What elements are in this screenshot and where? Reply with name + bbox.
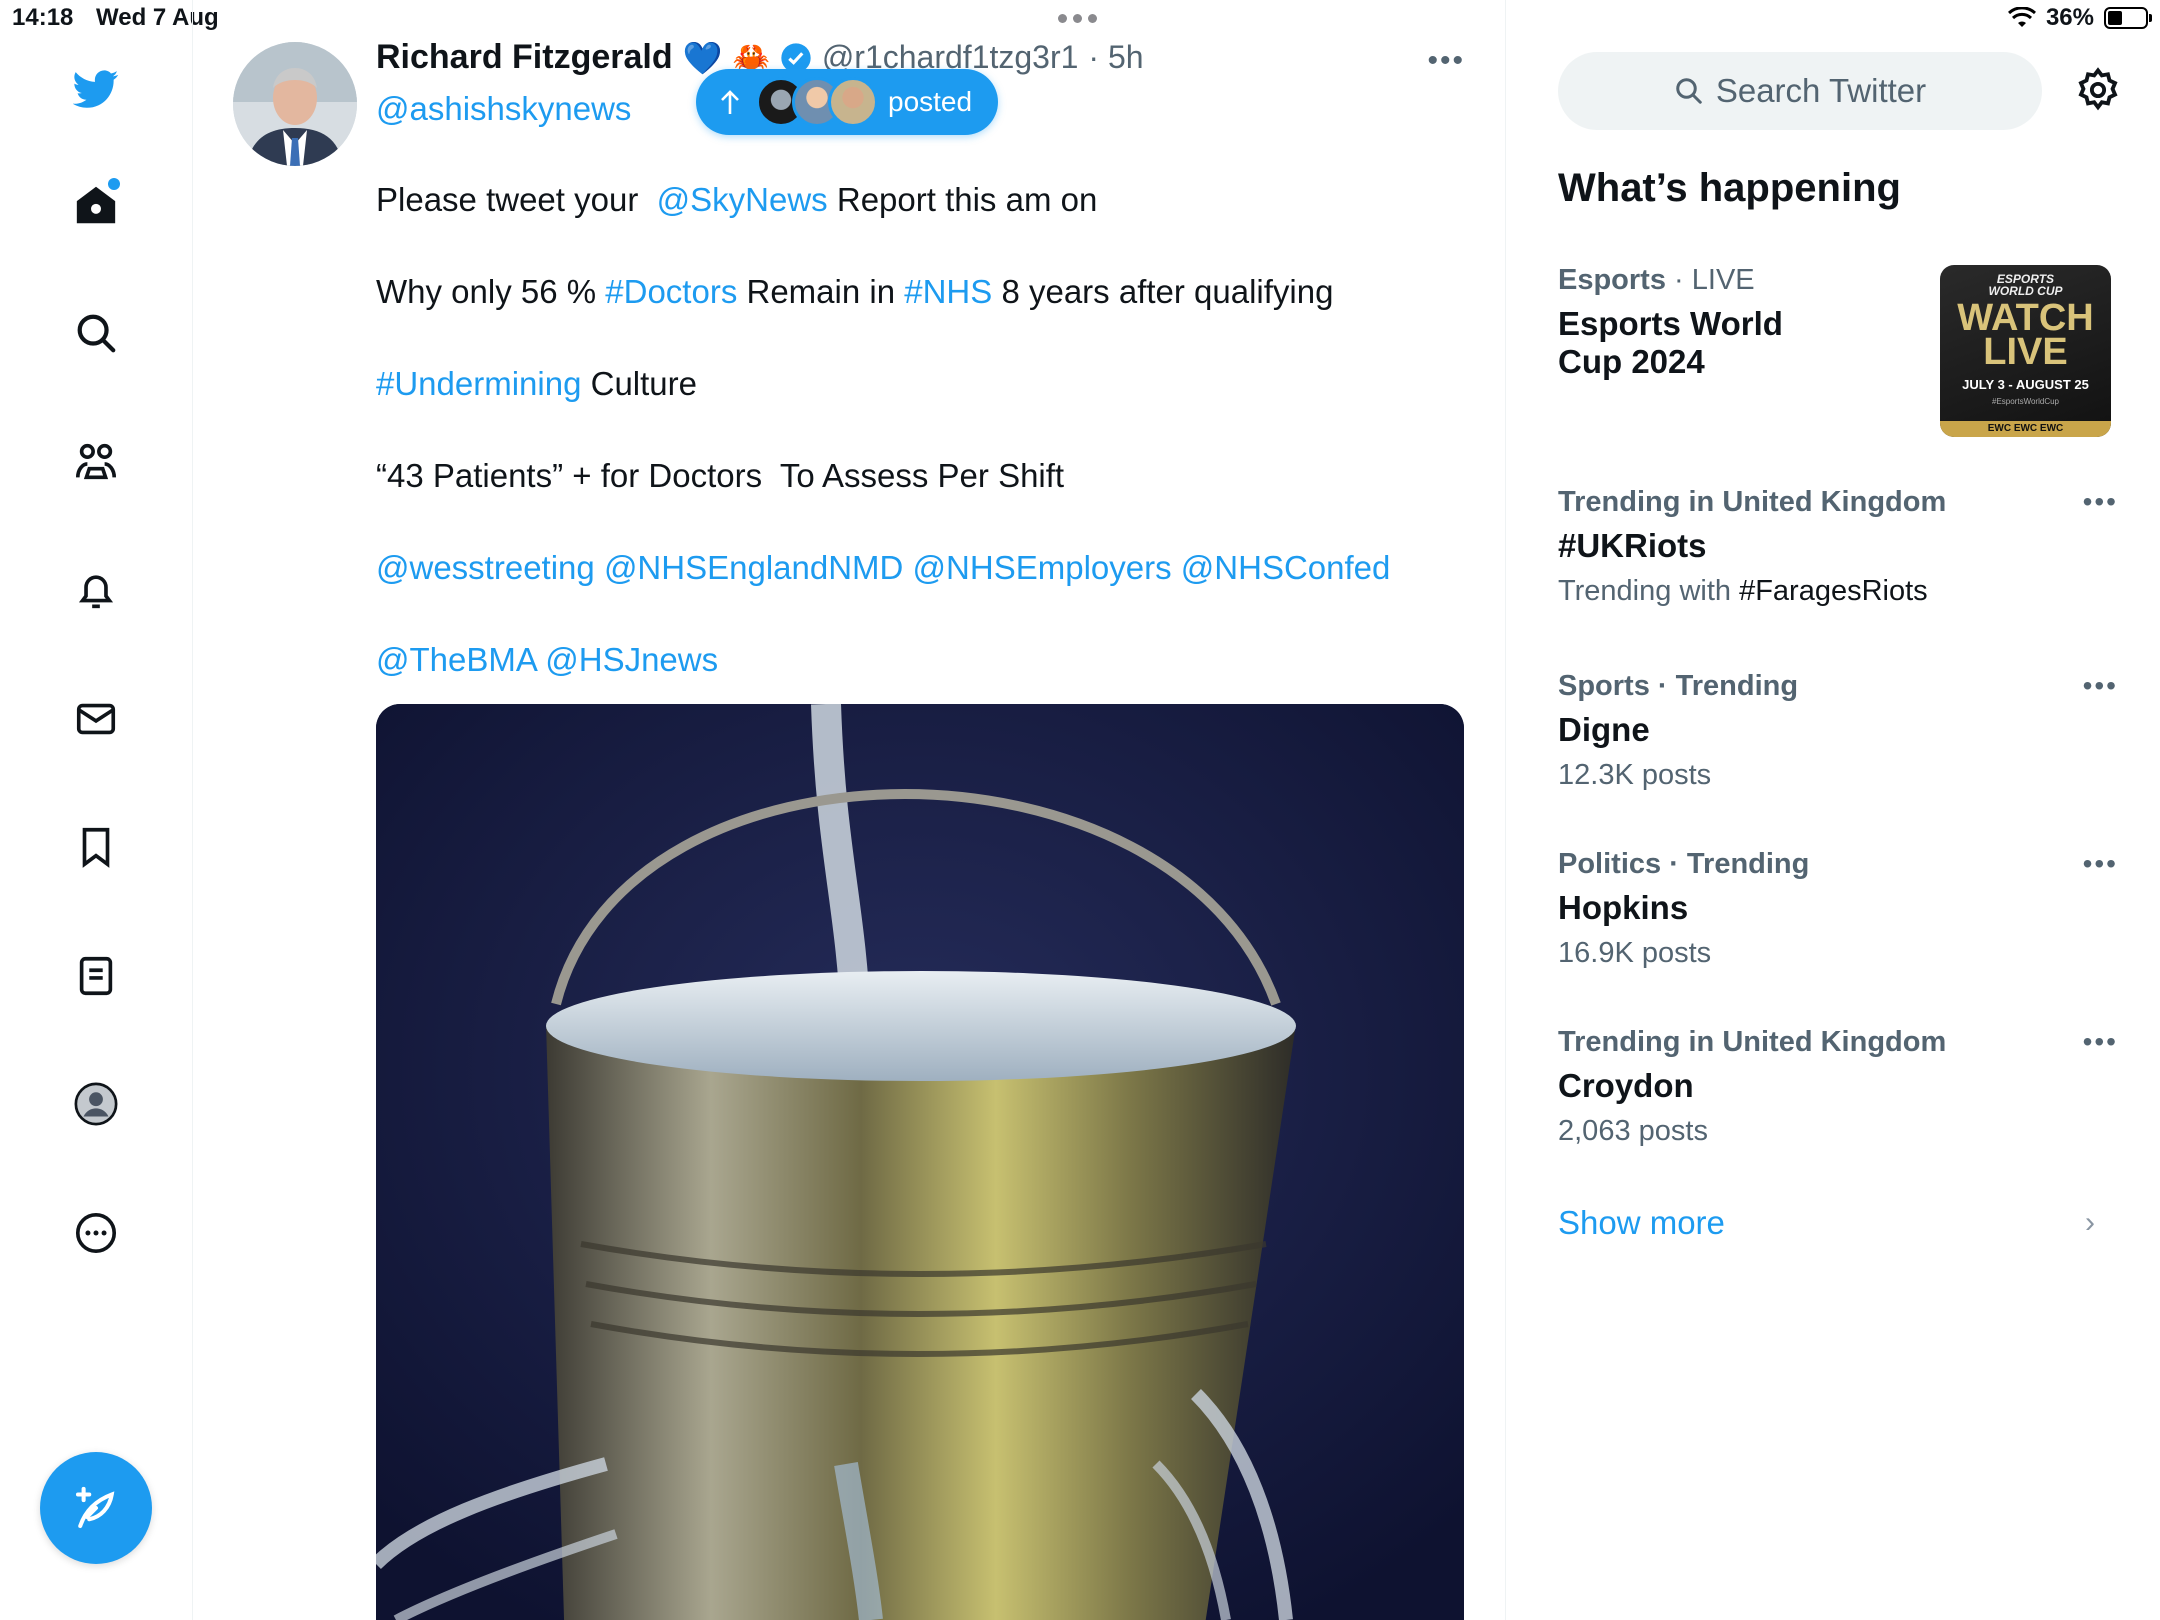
thumb-text: #EsportsWorldCup bbox=[1992, 397, 2059, 406]
profile-avatar-icon[interactable] bbox=[71, 1079, 121, 1129]
tweet-time: · 5h bbox=[1088, 39, 1144, 75]
thumb-text: WORLD CUP bbox=[1988, 284, 2063, 298]
trend-title: Cup 2024 bbox=[1558, 343, 1705, 380]
poster-avatar bbox=[828, 77, 878, 127]
trend-more-icon[interactable]: ••• bbox=[2083, 670, 2118, 702]
tweet-text-segment: Culture bbox=[590, 365, 698, 402]
trend-title: #UKRiots bbox=[1558, 527, 1707, 564]
trend-category: Esports bbox=[1558, 264, 1666, 296]
trend-sub: Trending with bbox=[1558, 575, 1740, 607]
trend-more-icon[interactable]: ••• bbox=[2083, 1026, 2118, 1058]
trend-meta: Politics · Trending bbox=[1558, 848, 1810, 880]
author-avatar[interactable] bbox=[233, 42, 357, 166]
settings-gear-icon[interactable] bbox=[2075, 67, 2121, 113]
whats-happening-title: What’s happening bbox=[1558, 166, 1901, 210]
chevron-right-icon[interactable]: › bbox=[2085, 1206, 2095, 1240]
thumb-text: JULY 3 - AUGUST 25 bbox=[1962, 377, 2089, 392]
trend-item[interactable]: Trending in United Kingdom Croydon 2,063… bbox=[1558, 1026, 2118, 1148]
mention-link[interactable]: @NHSEmployers bbox=[913, 549, 1172, 586]
trend-meta: Sports · Trending bbox=[1558, 670, 1799, 702]
trend-title: Digne bbox=[1558, 711, 1650, 748]
tweet-text-segment: Why only 56 % bbox=[376, 273, 597, 310]
trend-sub: 12.3K posts bbox=[1558, 759, 1712, 791]
mention-link[interactable]: @TheBMA bbox=[376, 641, 536, 678]
trend-item[interactable]: Politics · Trending Hopkins 16.9K posts … bbox=[1558, 848, 2118, 970]
trend-status: · LIVE bbox=[1674, 264, 1755, 296]
trend-more-icon[interactable]: ••• bbox=[2083, 486, 2118, 518]
bookmark-icon[interactable] bbox=[71, 822, 121, 872]
left-navigation bbox=[0, 0, 193, 1620]
tweet-text-segment: 8 years after qualifying bbox=[1001, 273, 1334, 310]
trend-title: Croydon bbox=[1558, 1067, 1694, 1104]
notification-dot bbox=[108, 178, 120, 190]
mention-link[interactable]: @wesstreeting bbox=[376, 549, 595, 586]
notifications-bell-icon[interactable] bbox=[71, 566, 121, 616]
arrow-up-icon bbox=[721, 90, 739, 114]
show-more-link[interactable]: Show more bbox=[1558, 1204, 1725, 1242]
communities-icon[interactable] bbox=[71, 437, 121, 487]
trend-related-tag[interactable]: #FaragesRiots bbox=[1739, 575, 1928, 607]
trend-item[interactable]: Trending in United Kingdom #UKRiots Tren… bbox=[1558, 486, 2118, 608]
mention-link[interactable]: @HSJnews bbox=[545, 641, 718, 678]
mention-link[interactable]: @NHSEnglandNMD bbox=[604, 549, 903, 586]
trend-meta: Trending in United Kingdom bbox=[1558, 486, 1947, 518]
search-icon[interactable] bbox=[71, 308, 121, 358]
trend-title: Esports World bbox=[1558, 305, 1783, 342]
hashtag-link[interactable]: #NHS bbox=[904, 273, 992, 310]
home-icon[interactable] bbox=[71, 178, 121, 230]
trend-sub: 16.9K posts bbox=[1558, 937, 1712, 969]
compose-button[interactable] bbox=[40, 1452, 152, 1564]
trend-meta: Trending in United Kingdom bbox=[1558, 1026, 1947, 1058]
esports-world-cup-thumbnail[interactable]: ESPORTS WORLD CUP WATCH LIVE JULY 3 - AU… bbox=[1940, 265, 2111, 437]
twitter-bird-icon[interactable] bbox=[71, 64, 121, 114]
thumb-text: EWC EWC EWC bbox=[1940, 421, 2111, 437]
author-name[interactable]: Richard Fitzgerald bbox=[376, 38, 673, 77]
trend-item[interactable]: Sports · Trending Digne 12.3K posts ••• bbox=[1558, 670, 2118, 792]
search-twitter-input[interactable]: Search Twitter bbox=[1558, 52, 2042, 130]
hashtag-link[interactable]: #Undermining bbox=[376, 365, 581, 402]
posted-label: posted bbox=[888, 86, 973, 117]
battery-icon bbox=[2104, 7, 2152, 29]
hashtag-link[interactable]: #Doctors bbox=[605, 273, 737, 310]
wifi-icon bbox=[2007, 7, 2036, 27]
search-icon bbox=[1676, 78, 1702, 104]
messages-envelope-icon[interactable] bbox=[71, 694, 121, 744]
trend-title: Hopkins bbox=[1558, 889, 1689, 926]
tweet-text-segment: Remain in bbox=[746, 273, 896, 310]
tweet-more-icon[interactable]: ••• bbox=[1427, 44, 1465, 78]
tweet-text-segment: Report this am on bbox=[836, 181, 1098, 218]
new-posts-pill[interactable]: posted bbox=[696, 69, 999, 135]
compose-feather-icon bbox=[75, 1486, 115, 1529]
quoted-handle[interactable]: @ashishskynews bbox=[376, 90, 631, 128]
tweet-text-segment: “43 Patients” + for Doctors To Assess Pe… bbox=[376, 457, 1065, 494]
thumb-text: LIVE bbox=[1983, 331, 2068, 373]
leaking-bucket-image[interactable] bbox=[376, 704, 1464, 1620]
mention-link[interactable]: @SkyNews bbox=[657, 181, 828, 218]
tweet-text: Please tweet your @SkyNews Report this a… bbox=[376, 180, 1446, 732]
mention-link[interactable]: @NHSConfed bbox=[1181, 549, 1391, 586]
battery-percent: 36% bbox=[2045, 4, 2094, 31]
tweet-text-segment: Please tweet your bbox=[376, 181, 639, 218]
more-circle-icon[interactable] bbox=[71, 1208, 121, 1258]
lists-icon[interactable] bbox=[71, 951, 121, 1001]
tweet[interactable]: Richard Fitzgerald 💙 🦀 @r1chardf1tzg3r1 … bbox=[193, 0, 1506, 1620]
search-placeholder: Search Twitter bbox=[1715, 72, 1927, 109]
trend-more-icon[interactable]: ••• bbox=[2083, 848, 2118, 880]
trend-sub: 2,063 posts bbox=[1558, 1115, 1708, 1147]
